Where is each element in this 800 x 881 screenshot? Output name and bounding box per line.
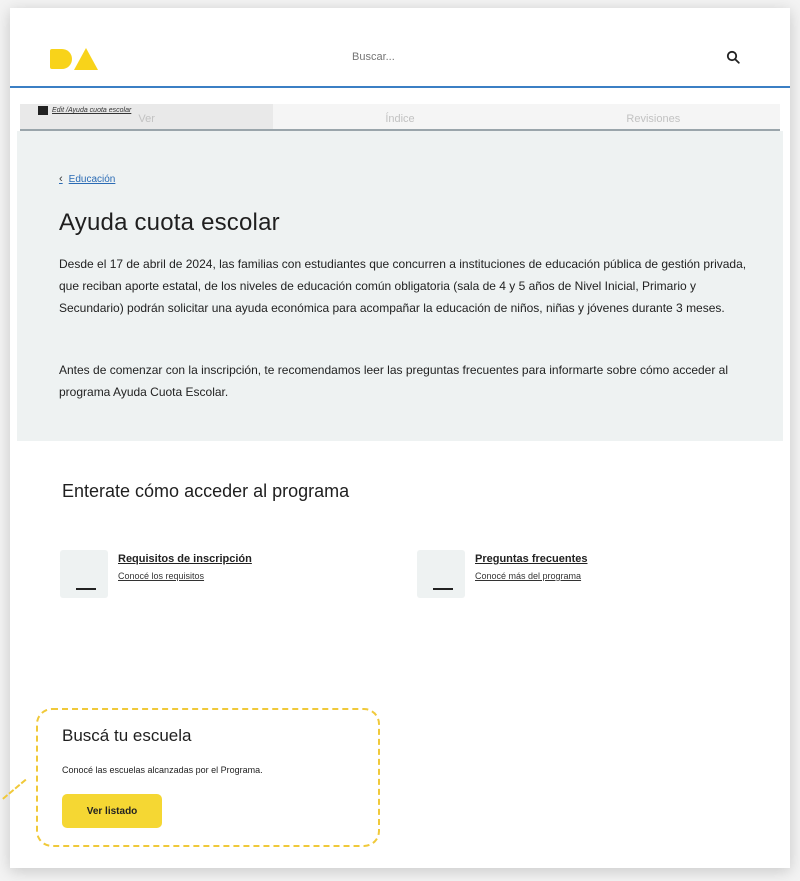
dash-icon [76, 588, 96, 590]
callout-title: Buscá tu escuela [62, 726, 192, 745]
card-icon-box [417, 550, 465, 598]
dash-icon [433, 588, 453, 590]
search-input[interactable] [350, 50, 684, 64]
page-frame: Ver Índice Revisiones Edit /Ayuda cuota … [2, 8, 790, 868]
tab-bar: Ver Índice Revisiones [20, 104, 780, 131]
recommendation-paragraph: Antes de comenzar con la inscripción, te… [59, 363, 729, 399]
breadcrumb-back-link[interactable]: ‹ Educación [59, 173, 115, 185]
edit-link[interactable]: Edit /Ayuda cuota escolar [38, 106, 131, 115]
hero-section: ‹ Educación Ayuda cuota escolar Desde el… [17, 131, 783, 441]
section-title: Enterate cómo acceder al programa [62, 481, 350, 501]
card-subtitle[interactable]: Conocé más del programa [475, 571, 587, 581]
card-preguntas[interactable]: Preguntas frecuentes Conocé más del prog… [417, 550, 587, 598]
callout-tail [2, 778, 28, 802]
card-title[interactable]: Preguntas frecuentes [475, 553, 587, 565]
card-title[interactable]: Requisitos de inscripción [118, 553, 252, 565]
logo-letter-a [74, 48, 98, 70]
intro-paragraph: Desde el 17 de abril de 2024, las famili… [59, 257, 747, 315]
edit-icon [38, 106, 48, 115]
breadcrumb-label: Educación [68, 173, 116, 185]
ba-logo[interactable] [50, 48, 98, 70]
tab-indice[interactable]: Índice [273, 104, 526, 129]
callout-description: Conocé las escuelas alcanzadas por el Pr… [62, 765, 263, 775]
chevron-left-icon: ‹ [59, 173, 63, 185]
site-header [10, 8, 790, 88]
logo-letter-b [50, 49, 72, 69]
card-icon-box [60, 550, 108, 598]
card-subtitle[interactable]: Conocé los requisitos [118, 571, 252, 581]
page-title: Ayuda cuota escolar [59, 209, 280, 236]
ver-listado-button[interactable]: Ver listado [62, 794, 162, 828]
edit-link-label: Edit /Ayuda cuota escolar [52, 107, 132, 114]
tab-revisiones[interactable]: Revisiones [527, 104, 780, 129]
search-icon[interactable] [726, 50, 740, 64]
card-requisitos[interactable]: Requisitos de inscripción Conocé los req… [60, 550, 252, 598]
